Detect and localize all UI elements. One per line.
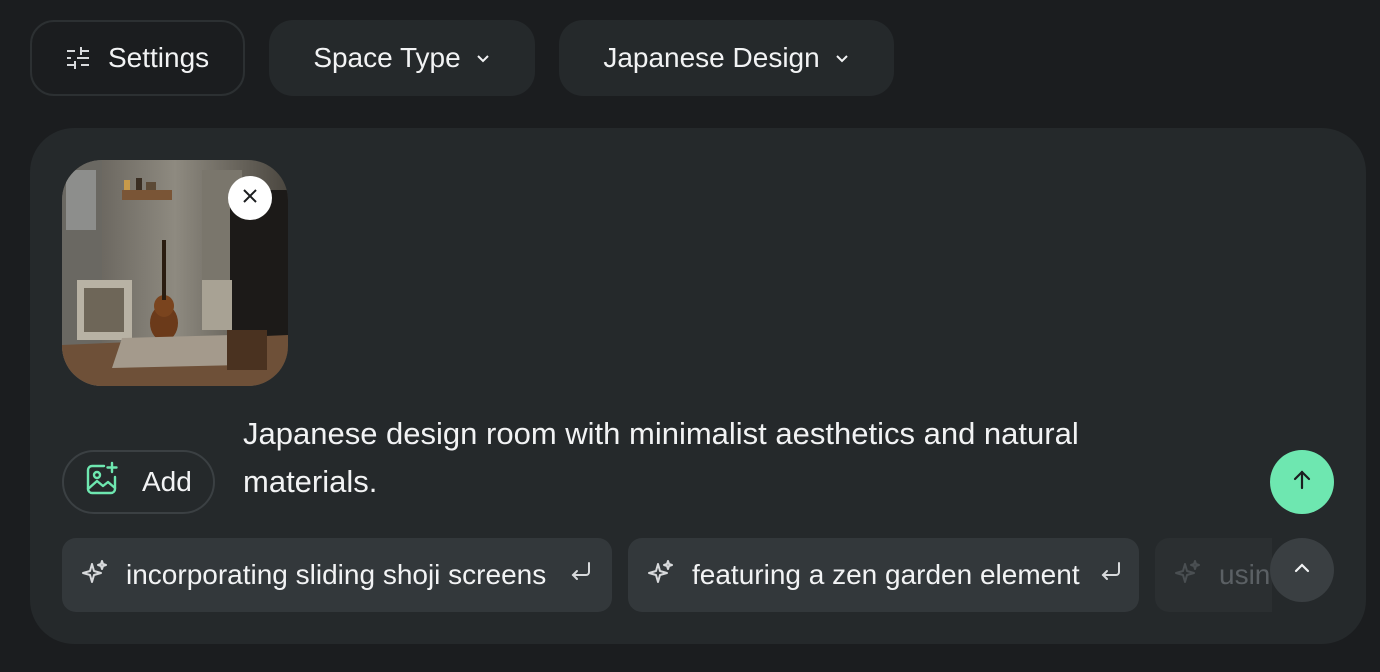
chevron-down-icon: [475, 50, 491, 66]
send-button[interactable]: [1270, 450, 1334, 514]
remove-image-button[interactable]: [228, 176, 272, 220]
suggestion-label: usin: [1219, 559, 1271, 590]
suggestion-list: incorporating sliding shoji screens feat…: [62, 538, 1272, 612]
space-type-label: Space Type: [313, 42, 461, 73]
composer-panel: Add Japanese design room with minimalist…: [30, 128, 1366, 644]
enter-icon: [1098, 559, 1124, 592]
suggestion-chip[interactable]: usin: [1155, 538, 1272, 612]
sparkles-icon: [1173, 558, 1201, 593]
settings-label: Settings: [108, 42, 210, 73]
arrow-up-icon: [1290, 468, 1314, 497]
design-style-label: Japanese Design: [603, 42, 820, 73]
design-style-dropdown[interactable]: Japanese Design: [559, 20, 894, 96]
suggestion-label: incorporating sliding shoji screens: [126, 559, 547, 590]
enter-icon: [568, 559, 594, 592]
sparkles-icon: [646, 558, 674, 593]
settings-button[interactable]: Settings: [30, 20, 245, 96]
suggestion-label: featuring a zen garden element: [692, 559, 1080, 590]
add-image-icon: [84, 461, 120, 504]
close-icon: [241, 187, 259, 210]
sparkles-icon: [80, 558, 108, 593]
add-label: Add: [142, 466, 192, 497]
chevron-up-icon: [1292, 558, 1312, 583]
add-image-button[interactable]: Add: [62, 450, 215, 514]
sliders-icon: [64, 44, 92, 72]
toolbar: Settings Space Type Japanese Design: [30, 20, 894, 96]
prompt-input[interactable]: Japanese design room with minimalist aes…: [243, 410, 1143, 506]
suggestion-chip[interactable]: incorporating sliding shoji screens: [62, 538, 612, 612]
chevron-down-icon: [834, 50, 850, 66]
suggestion-chip[interactable]: featuring a zen garden element: [628, 538, 1139, 612]
collapse-suggestions-button[interactable]: [1270, 538, 1334, 602]
space-type-dropdown[interactable]: Space Type: [269, 20, 535, 96]
